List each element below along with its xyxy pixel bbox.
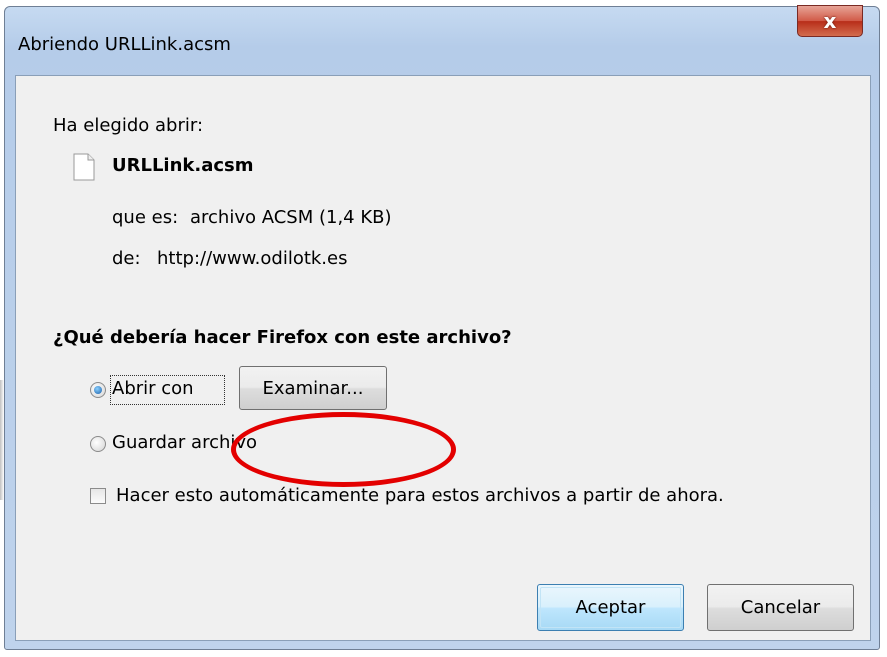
file-icon [73,153,95,181]
file-type-value: archivo ACSM (1,4 KB) [190,207,392,228]
file-type-label: que es: [112,207,179,228]
highlight-ellipse [231,412,456,487]
close-icon: x [823,9,837,33]
auto-checkbox[interactable] [90,488,106,504]
open-with-radio[interactable] [90,382,106,398]
window-title: Abriendo URLLink.acsm [18,34,231,55]
auto-label[interactable]: Hacer esto automáticamente para estos ar… [116,485,724,506]
download-dialog: Abriendo URLLink.acsm x Ha elegido abrir… [4,5,880,650]
cancel-button[interactable]: Cancelar [707,584,854,631]
source-label: de: [112,248,141,269]
open-with-label[interactable]: Abrir con [112,378,194,399]
ok-label: Aceptar [575,597,646,618]
dialog-body: Ha elegido abrir: URLLink.acsm que es: a… [15,75,871,641]
save-file-radio[interactable] [90,436,106,452]
title-bar[interactable]: Abriendo URLLink.acsm x [5,5,879,85]
save-file-label[interactable]: Guardar archivo [112,432,257,453]
action-question: ¿Qué debería hacer Firefox con este arch… [53,327,512,348]
close-button[interactable]: x [797,5,863,37]
chosen-label: Ha elegido abrir: [53,115,204,136]
browse-button[interactable]: Examinar... [239,366,387,410]
source-url: http://www.odilotk.es [157,248,348,269]
ok-button[interactable]: Aceptar [537,584,684,631]
file-name: URLLink.acsm [112,155,254,176]
